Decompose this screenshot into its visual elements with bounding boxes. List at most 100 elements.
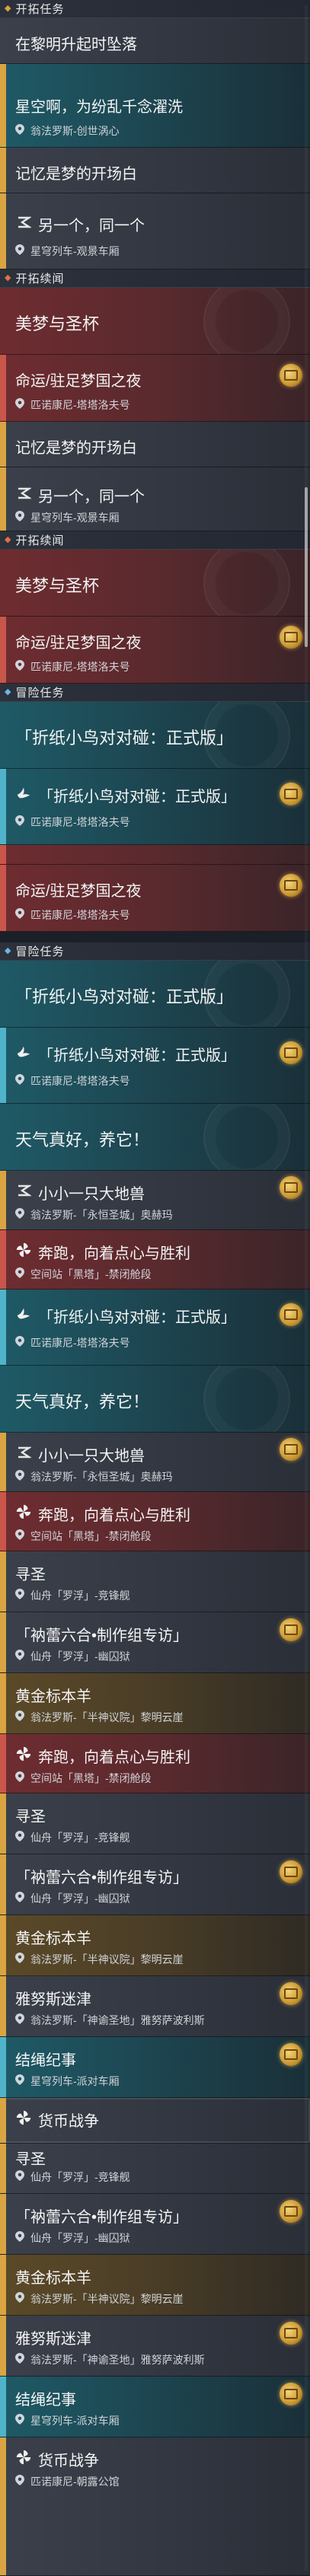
quest-title: 美梦与圣杯: [15, 314, 100, 333]
quest-location: 仙舟「罗浮」-幽囚狱: [30, 1892, 130, 1905]
map-pin-icon: [15, 660, 24, 671]
scrollbar-track[interactable]: [305, 5, 308, 2571]
quest-location: 星穹列车-派对车厢: [30, 2415, 120, 2427]
quest-location: 翁法罗斯-「神谕圣地」雅努萨波利斯: [30, 2014, 205, 2026]
reward-badge-icon: [280, 874, 302, 897]
quest-card-maze[interactable]: 雅努斯迷津翁法罗斯-「神谕圣地」雅努萨波利斯: [0, 1976, 310, 2037]
section-diamond-icon: ◆: [5, 4, 11, 13]
quest-card-knot[interactable]: 结绳纪事星穹列车-派对车厢: [0, 2377, 310, 2437]
quest-card-golden[interactable]: 黄金标本羊 翁法罗斯-「半神议院」黎明云崖: [0, 1673, 310, 1734]
quest-card-currency[interactable]: 货币战争 匹诺康尼-朝露公馆: [0, 2437, 310, 2576]
quest-title: 天气真好，养它！: [15, 1130, 150, 1149]
quest-card-weather[interactable]: 天气真好，养它！: [0, 1104, 310, 1171]
reward-badge-icon: [280, 2383, 302, 2405]
quest-card-memory[interactable]: 记忆是梦的开场白: [0, 422, 310, 467]
quest-location: 空间站「黑塔」-禁闭舱段: [30, 1268, 152, 1280]
quest-title: 命运/驻足梦国之夜: [15, 373, 142, 390]
section-title: 开拓续闻: [15, 273, 65, 285]
quest-card-weather[interactable]: 天气真好，养它！: [0, 1366, 310, 1433]
section-header-companion[interactable]: ◆ 开拓续闻: [0, 531, 310, 550]
quest-title: 另一个，同一个: [38, 489, 145, 505]
map-pin-icon: [15, 2074, 24, 2085]
quest-card-dream[interactable]: 美梦与圣杯: [0, 288, 310, 355]
quest-card-fate[interactable]: 命运/驻足梦国之夜 匹诺康尼-塔塔洛夫号: [0, 617, 310, 684]
quest-location: 空间站「黑塔」-禁闭舱段: [30, 1530, 152, 1542]
quest-title: 雅努斯迷津: [15, 1991, 91, 2008]
quest-card-ink[interactable]: 「衲蕾六合•制作组专访」 仙舟「罗浮」-幽囚狱: [0, 1854, 310, 1915]
map-pin-icon: [15, 2231, 24, 2242]
bird-icon: [14, 1042, 34, 1062]
chevron-icon: [14, 483, 34, 503]
quest-card-currency[interactable]: 货币战争: [0, 2098, 310, 2144]
section-header-adventure[interactable]: ◆ 冒险任务: [0, 942, 310, 961]
quest-title: 结绳纪事: [15, 2392, 76, 2409]
quest-card-ink[interactable]: 「衲蕾六合•制作组专访」 仙舟「罗浮」-幽囚狱: [0, 1612, 310, 1673]
map-pin-icon: [15, 2170, 24, 2181]
quest-card-origami[interactable]: 「折纸小鸟对对碰：正式版」 匹诺康尼-塔塔洛夫号: [0, 769, 310, 845]
reward-badge-icon: [280, 1982, 302, 2005]
quest-card-stars[interactable]: 星空啊，为纷乱千念濯洗翁法罗斯-创世涡心: [0, 64, 310, 148]
quest-location: 星穹列车-派对车厢: [30, 2075, 120, 2087]
quest-card-origami_header[interactable]: 「折纸小鸟对对碰：正式版」: [0, 702, 310, 769]
quest-location: 匹诺康尼-塔塔洛夫号: [30, 1337, 130, 1349]
quest-location: 匹诺康尼-塔塔洛夫号: [30, 816, 130, 828]
section-diamond-icon: ◆: [5, 273, 11, 282]
quest-card-knot[interactable]: 结绳纪事 星穹列车-派对车厢: [0, 2037, 310, 2098]
quest-card-fate[interactable]: 命运/驻足梦国之夜: [0, 845, 310, 865]
quest-card-origami[interactable]: 「折纸小鸟对对碰：正式版」 匹诺康尼-塔塔洛夫号: [0, 1028, 310, 1104]
map-pin-icon: [15, 2414, 24, 2425]
quest-card-beast[interactable]: 小小一只大地兽 翁法罗斯-「永恒圣城」奥赫玛: [0, 1171, 310, 1230]
pinwheel-icon: [14, 1240, 34, 1260]
quest-title: 寻圣: [15, 1567, 46, 1583]
chevron-icon: [14, 1181, 34, 1200]
section-header-open[interactable]: ◆ 开拓任务: [0, 0, 310, 18]
section-header-adventure[interactable]: ◆ 冒险任务: [0, 684, 310, 702]
reward-badge-icon: [280, 2200, 302, 2223]
quest-location: 匹诺康尼-塔塔洛夫号: [30, 661, 130, 673]
chevron-icon: [14, 1443, 34, 1462]
quest-card-memory[interactable]: 记忆是梦的开场白: [0, 148, 310, 193]
quest-accent-bar: [0, 193, 6, 269]
quest-accent-bar: [0, 64, 6, 147]
quest-card-fate[interactable]: 命运/驻足梦国之夜 匹诺康尼-塔塔洛夫号: [0, 865, 310, 932]
quest-card-maze[interactable]: 雅努斯迷津 翁法罗斯-「神谕圣地」雅努萨波利斯: [0, 2316, 310, 2377]
quest-card-ink[interactable]: 「衲蕾六合•制作组专访」 仙舟「罗浮」-幽囚狱: [0, 2194, 310, 2255]
quest-accent-bar: [0, 1433, 6, 1491]
quest-card-another[interactable]: 另一个，同一个 星穹列车-观景车厢: [0, 193, 310, 269]
quest-card-another[interactable]: 另一个，同一个 星穹列车-观景车厢: [0, 467, 310, 531]
quest-location: 匹诺康尼-塔塔洛夫号: [30, 909, 130, 921]
quest-location: 仙舟「罗浮」-幽囚狱: [30, 1650, 130, 1663]
quest-card-golden[interactable]: 黄金标本羊 翁法罗斯-「半神议院」黎明云崖: [0, 2255, 310, 2316]
quest-card-seek[interactable]: 寻圣 仙舟「罗浮」-竞锋舰: [0, 1793, 310, 1854]
quest-card-run[interactable]: 奔跑，向着点心与胜利 空间站「黑塔」-禁闭舱段: [0, 1230, 310, 1290]
quest-title: 天气真好，养它！: [15, 1392, 150, 1411]
quest-card-origami[interactable]: 「折纸小鸟对对碰：正式版」 匹诺康尼-塔塔洛夫号: [0, 1290, 310, 1366]
quest-title: 星空啊，为纷乱千念濯洗: [15, 99, 183, 116]
quest-card-fate[interactable]: 命运/驻足梦国之夜 匹诺康尼-塔塔洛夫号: [0, 355, 310, 422]
reward-badge-icon: [280, 626, 302, 649]
quest-location: 仙舟「罗浮」-竞锋舰: [30, 1589, 130, 1602]
quest-location: 翁法罗斯-创世涡心: [30, 125, 120, 137]
quest-accent-bar: [0, 1793, 6, 1854]
map-pin-icon: [15, 1074, 24, 1085]
quest-accent-bar: [0, 1612, 6, 1672]
decorative-emblem: [203, 1366, 290, 1432]
quest-card-dawn[interactable]: 在黎明升起时坠落: [0, 18, 310, 64]
quest-card-beast[interactable]: 小小一只大地兽 翁法罗斯-「永恒圣城」奥赫玛: [0, 1433, 310, 1492]
scrollbar-thumb[interactable]: [305, 487, 308, 647]
map-pin-icon: [15, 1208, 24, 1219]
quest-card-run[interactable]: 奔跑，向着点心与胜利 空间站「黑塔」-禁闭舱段: [0, 1734, 310, 1793]
quest-card-seek[interactable]: 寻圣仙舟「罗浮」-竞锋舰: [0, 1551, 310, 1612]
quest-accent-bar: [0, 2255, 6, 2315]
quest-card-run[interactable]: 奔跑，向着点心与胜利 空间站「黑塔」-禁闭舱段: [0, 1492, 310, 1551]
quest-location: 仙舟「罗浮」-幽囚狱: [30, 2232, 130, 2244]
quest-location: 翁法罗斯-「神谕圣地」雅努萨波利斯: [30, 2354, 205, 2366]
section-header-companion[interactable]: ◆ 开拓续闻: [0, 269, 310, 288]
quest-location: 翁法罗斯-「半神议院」黎明云崖: [30, 2293, 184, 2305]
quest-location: 翁法罗斯-「半神议院」黎明云崖: [30, 1711, 184, 1723]
quest-card-seek[interactable]: 寻圣 仙舟「罗浮」-竞锋舰: [0, 2144, 310, 2194]
quest-card-origami_header[interactable]: 「折纸小鸟对对碰：正式版」: [0, 961, 310, 1028]
quest-card-dream[interactable]: 美梦与圣杯: [0, 550, 310, 617]
map-pin-icon: [15, 1710, 24, 1721]
quest-card-golden[interactable]: 黄金标本羊 翁法罗斯-「半神议院」黎明云崖: [0, 1915, 310, 1976]
